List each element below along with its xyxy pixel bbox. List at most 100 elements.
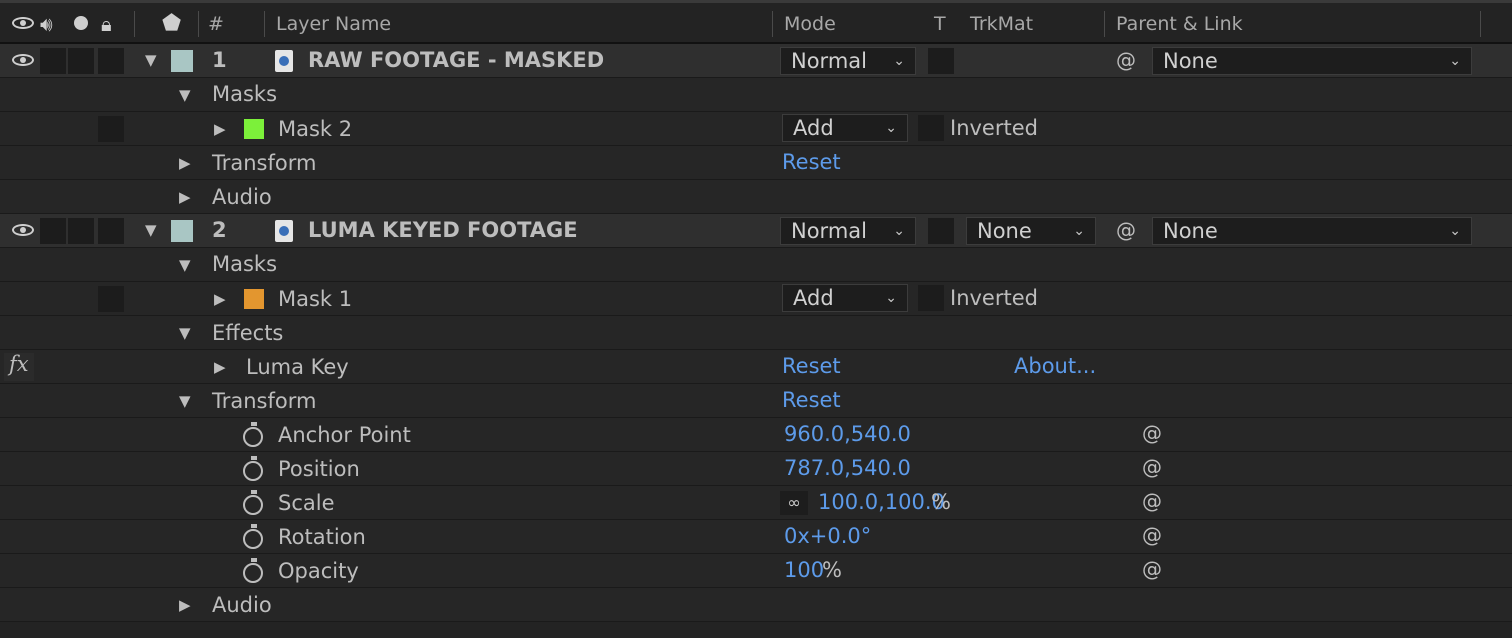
eye-icon[interactable] xyxy=(12,54,34,66)
inverted-checkbox[interactable] xyxy=(918,115,944,141)
lock-icon[interactable]: 🔒︎ xyxy=(101,12,112,36)
mask-lock-toggle[interactable] xyxy=(98,286,124,312)
property-value[interactable]: 100 xyxy=(784,558,824,582)
pickwhip-spiral-icon[interactable]: @ xyxy=(1116,218,1136,242)
pickwhip-spiral-icon[interactable]: @ xyxy=(1142,557,1162,581)
mask-color-swatch[interactable] xyxy=(244,289,264,309)
effect-about-link[interactable]: About... xyxy=(1014,354,1096,378)
fx-icon[interactable]: fx xyxy=(9,352,29,376)
masks-group-row[interactable]: ▼ Masks xyxy=(0,78,1512,112)
layer-row-2[interactable]: ▼ 2 LUMA KEYED FOOTAGE Normal ⌄ None ⌄ @… xyxy=(0,214,1512,248)
triangle-down-icon[interactable]: ▼ xyxy=(145,51,157,69)
mode-value: Normal xyxy=(791,219,867,243)
solo-toggle[interactable] xyxy=(68,48,94,74)
audio-toggle[interactable] xyxy=(40,48,66,74)
pickwhip-spiral-icon[interactable]: @ xyxy=(1142,421,1162,445)
lock-toggle[interactable] xyxy=(98,48,124,74)
transform-reset-link[interactable]: Reset xyxy=(782,150,841,174)
header-layer-name[interactable]: Layer Name xyxy=(276,13,391,35)
tag-icon[interactable]: ⬟ xyxy=(162,11,181,36)
triangle-down-icon[interactable]: ▼ xyxy=(179,256,191,274)
transform-group-row[interactable]: ▼ Transform Reset xyxy=(0,384,1512,418)
trkmat-dropdown[interactable]: None ⌄ xyxy=(966,217,1096,245)
mask-name[interactable]: Mask 1 xyxy=(278,287,352,311)
layer-name[interactable]: LUMA KEYED FOOTAGE xyxy=(308,218,578,242)
mask-lock-toggle[interactable] xyxy=(98,116,124,142)
header-t[interactable]: T xyxy=(934,13,946,35)
chevron-down-icon: ⌄ xyxy=(893,223,905,239)
triangle-right-icon[interactable]: ▶ xyxy=(179,596,191,614)
triangle-right-icon[interactable]: ▶ xyxy=(179,188,191,206)
mask-name[interactable]: Mask 2 xyxy=(278,117,352,141)
solo-dot-icon[interactable] xyxy=(74,16,88,30)
header-number[interactable]: # xyxy=(208,13,224,35)
effect-name[interactable]: Luma Key xyxy=(246,355,349,379)
pickwhip-spiral-icon[interactable]: @ xyxy=(1142,455,1162,479)
triangle-down-icon[interactable]: ▼ xyxy=(179,324,191,342)
triangle-right-icon[interactable]: ▶ xyxy=(179,154,191,172)
mode-dropdown[interactable]: Normal ⌄ xyxy=(780,217,916,245)
layer-name[interactable]: RAW FOOTAGE - MASKED xyxy=(308,48,604,72)
transform-label: Transform xyxy=(212,389,317,413)
property-value[interactable]: 787.0,540.0 xyxy=(784,456,911,480)
property-row-opacity[interactable]: Opacity 100 % @ xyxy=(0,554,1512,588)
layer-number: 2 xyxy=(212,218,227,242)
mask-color-swatch[interactable] xyxy=(244,119,264,139)
triangle-right-icon[interactable]: ▶ xyxy=(214,290,226,308)
triangle-down-icon[interactable]: ▼ xyxy=(179,86,191,104)
property-value[interactable]: 100.0,100.0 xyxy=(818,490,945,514)
stopwatch-icon[interactable] xyxy=(243,558,263,583)
triangle-down-icon[interactable]: ▼ xyxy=(145,221,157,239)
property-value[interactable]: 960.0,540.0 xyxy=(784,422,911,446)
audio-group-row[interactable]: ▶ Audio xyxy=(0,588,1512,622)
stopwatch-icon[interactable] xyxy=(243,456,263,481)
mode-dropdown[interactable]: Normal ⌄ xyxy=(780,47,916,75)
property-row-position[interactable]: Position 787.0,540.0 @ xyxy=(0,452,1512,486)
audio-group-row[interactable]: ▶ Audio xyxy=(0,180,1512,214)
label-color-swatch[interactable] xyxy=(171,220,193,242)
stopwatch-icon[interactable] xyxy=(243,422,263,447)
mask-row[interactable]: ▶ Mask 1 Add ⌄ Inverted xyxy=(0,282,1512,316)
triangle-right-icon[interactable]: ▶ xyxy=(214,120,226,138)
transform-group-row[interactable]: ▶ Transform Reset xyxy=(0,146,1512,180)
constrain-link-icon[interactable]: ∞ xyxy=(780,491,808,515)
transform-label: Transform xyxy=(212,151,317,175)
label-color-swatch[interactable] xyxy=(171,50,193,72)
triangle-right-icon[interactable]: ▶ xyxy=(214,358,226,376)
triangle-down-icon[interactable]: ▼ xyxy=(179,392,191,410)
effects-group-row[interactable]: ▼ Effects xyxy=(0,316,1512,350)
parent-dropdown[interactable]: None ⌄ xyxy=(1152,217,1472,245)
transform-reset-link[interactable]: Reset xyxy=(782,388,841,412)
property-row-scale[interactable]: Scale ∞ 100.0,100.0 % @ xyxy=(0,486,1512,520)
solo-toggle[interactable] xyxy=(68,218,94,244)
property-row-anchor-point[interactable]: Anchor Point 960.0,540.0 @ xyxy=(0,418,1512,452)
header-trkmat[interactable]: TrkMat xyxy=(970,13,1033,35)
header-parent-link[interactable]: Parent & Link xyxy=(1116,13,1243,35)
effect-row[interactable]: fx ▶ Luma Key Reset About... xyxy=(0,350,1512,384)
parent-value: None xyxy=(1163,49,1218,73)
pickwhip-spiral-icon[interactable]: @ xyxy=(1116,48,1136,72)
pickwhip-spiral-icon[interactable]: @ xyxy=(1142,489,1162,513)
lock-toggle[interactable] xyxy=(98,218,124,244)
eye-icon[interactable] xyxy=(12,224,34,236)
speaker-icon[interactable]: 🔊︎ xyxy=(40,12,53,36)
pickwhip-spiral-icon[interactable]: @ xyxy=(1142,523,1162,547)
stopwatch-icon[interactable] xyxy=(243,524,263,549)
masks-group-row[interactable]: ▼ Masks xyxy=(0,248,1512,282)
effect-reset-link[interactable]: Reset xyxy=(782,354,841,378)
preserve-transparency-toggle[interactable] xyxy=(928,218,954,244)
mask-mode-dropdown[interactable]: Add ⌄ xyxy=(782,284,908,312)
eye-icon[interactable] xyxy=(12,17,34,29)
inverted-checkbox[interactable] xyxy=(918,285,944,311)
mask-row[interactable]: ▶ Mask 2 Add ⌄ Inverted xyxy=(0,112,1512,146)
property-value[interactable]: 0x+0.0° xyxy=(784,524,871,548)
mask-mode-dropdown[interactable]: Add ⌄ xyxy=(782,114,908,142)
header-mode[interactable]: Mode xyxy=(784,13,836,35)
parent-value: None xyxy=(1163,219,1218,243)
parent-dropdown[interactable]: None ⌄ xyxy=(1152,47,1472,75)
preserve-transparency-toggle[interactable] xyxy=(928,48,954,74)
audio-toggle[interactable] xyxy=(40,218,66,244)
layer-row-1[interactable]: ▼ 1 RAW FOOTAGE - MASKED Normal ⌄ @ None… xyxy=(0,44,1512,78)
property-row-rotation[interactable]: Rotation 0x+0.0° @ xyxy=(0,520,1512,554)
stopwatch-icon[interactable] xyxy=(243,490,263,515)
